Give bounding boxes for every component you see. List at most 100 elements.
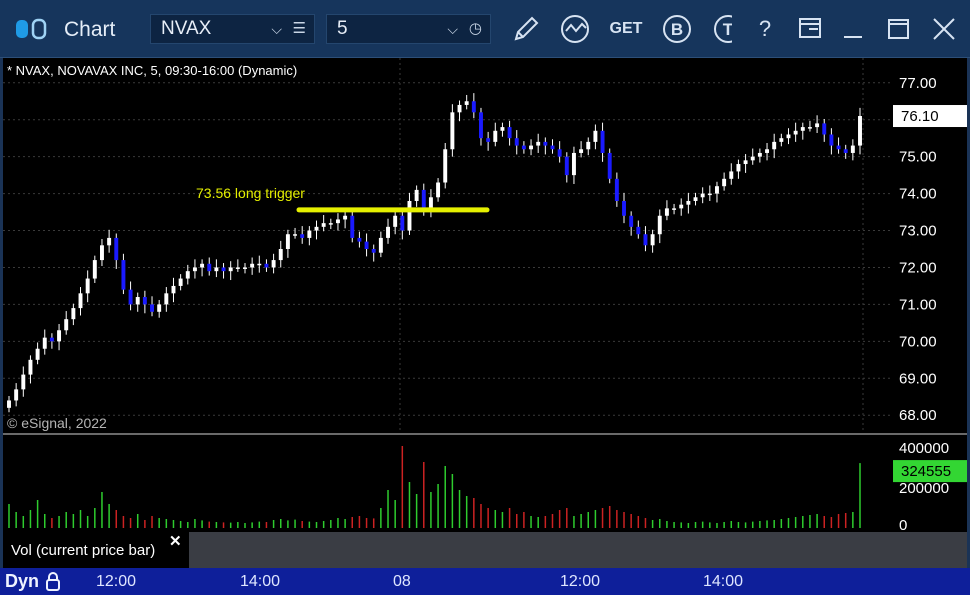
candle-body [428, 197, 433, 209]
price-candles [7, 93, 862, 413]
t-icon[interactable]: T [708, 13, 732, 45]
candle-body [779, 138, 784, 142]
minimize-icon[interactable] [840, 13, 868, 45]
layout-icon[interactable] [796, 13, 826, 45]
candle-body [443, 149, 448, 183]
candle-body [393, 215, 398, 227]
candle-body [321, 223, 326, 227]
candle-body [457, 104, 462, 113]
candle-body [350, 215, 355, 238]
candle-body [300, 234, 305, 238]
t-label: T [723, 20, 732, 39]
candle-body [743, 160, 748, 165]
get-icon[interactable]: GET [608, 13, 644, 45]
candle-body [700, 193, 705, 198]
candle-body [335, 219, 340, 224]
candle-body [92, 260, 97, 279]
chart-header: * NVAX, NOVAVAX INC, 5, 09:30-16:00 (Dyn… [7, 63, 297, 78]
last-price-label: 76.10 [901, 108, 939, 125]
candle-body [686, 200, 691, 205]
candle-body [815, 123, 820, 128]
candle-body [514, 138, 519, 146]
maximize-icon[interactable] [884, 13, 914, 45]
candle-body [99, 245, 104, 261]
last-volume-label: 324555 [901, 463, 951, 480]
window-title: Chart [64, 18, 116, 41]
interval-combo[interactable]: 5 ⌵ ◷ [326, 14, 491, 44]
candle-body [657, 215, 662, 235]
candle-body [507, 127, 512, 139]
candle-body [622, 200, 626, 216]
help-icon[interactable]: ? [752, 13, 778, 45]
candle-body [200, 263, 205, 268]
candle-body [822, 123, 827, 135]
candle-body [400, 215, 405, 231]
panel-close-icon[interactable]: ✕ [169, 533, 182, 550]
pencil-icon[interactable] [508, 13, 544, 45]
chevron-down-icon[interactable]: ⌵ [271, 15, 282, 43]
price-tick: 70.00 [899, 333, 937, 350]
symbol-combo-value: NVAX [161, 18, 212, 39]
close-icon[interactable] [928, 13, 960, 45]
price-tick: 74.00 [899, 186, 937, 203]
candle-body [500, 127, 505, 131]
volume-tick: 200000 [899, 480, 949, 497]
volume-panel-label: Vol (current price bar) [11, 542, 155, 559]
menu-lines-icon[interactable]: ☰ [293, 15, 306, 43]
candle-body [28, 359, 33, 375]
lock-icon[interactable] [44, 571, 62, 591]
candle-body [672, 208, 677, 210]
candle-body [228, 267, 233, 272]
candle-body [257, 263, 262, 266]
candle-body [142, 297, 147, 305]
candle-body [543, 141, 548, 146]
chart-area[interactable]: 73.56 long trigger * NVAX, NOVAVAX INC, … [3, 58, 967, 568]
trigger-annotation[interactable]: 73.56 long trigger [196, 185, 305, 201]
candle-body [421, 189, 426, 209]
b-icon[interactable]: B [660, 13, 694, 45]
candle-body [293, 234, 298, 236]
candle-body [600, 130, 605, 153]
candle-body [49, 337, 54, 342]
candle-body [150, 304, 154, 312]
candle-body [793, 130, 798, 135]
volume-bars [8, 446, 861, 528]
watermark: © eSignal, 2022 [7, 415, 107, 431]
symbol-combo[interactable]: NVAX ⌵ ☰ [150, 14, 315, 44]
candle-body [7, 400, 11, 408]
time-axis[interactable]: Dyn 12:00 14:00 08 12:00 14:00 [0, 568, 970, 595]
volume-tick: 400000 [899, 440, 949, 457]
candle-body [493, 130, 498, 142]
chart-canvas[interactable]: 73.56 long trigger * NVAX, NOVAVAX INC, … [3, 58, 967, 568]
candle-body [757, 152, 762, 157]
candle-body [636, 226, 641, 235]
candle-body [571, 152, 576, 176]
candle-body [343, 215, 348, 220]
candle-body [800, 127, 805, 131]
candle-body [307, 230, 312, 238]
candle-body [722, 178, 727, 187]
candle-body [235, 267, 240, 269]
candle-body [579, 149, 584, 153]
candle-body [364, 241, 369, 249]
chevron-down-icon[interactable]: ⌵ [447, 15, 458, 43]
candle-body [271, 260, 276, 268]
candle-body [521, 145, 526, 150]
candle-body [479, 112, 483, 139]
candle-body [42, 337, 47, 349]
window-toolbar: Chart NVAX ⌵ ☰ 5 ⌵ ◷ GET B T ? [0, 0, 970, 58]
study-icon[interactable] [558, 13, 596, 45]
candle-body [557, 149, 562, 157]
candle-body [450, 112, 455, 150]
candle-body [192, 267, 197, 272]
candle-body [285, 234, 290, 249]
b-label: B [671, 20, 683, 39]
candle-body [114, 237, 119, 261]
candle-body [14, 389, 19, 401]
candle-body [357, 237, 362, 242]
dynamic-label[interactable]: Dyn [5, 571, 39, 592]
candle-body [786, 134, 791, 139]
candle-body [679, 204, 684, 209]
clock-icon[interactable]: ◷ [469, 15, 482, 43]
time-tick: 14:00 [240, 573, 281, 590]
